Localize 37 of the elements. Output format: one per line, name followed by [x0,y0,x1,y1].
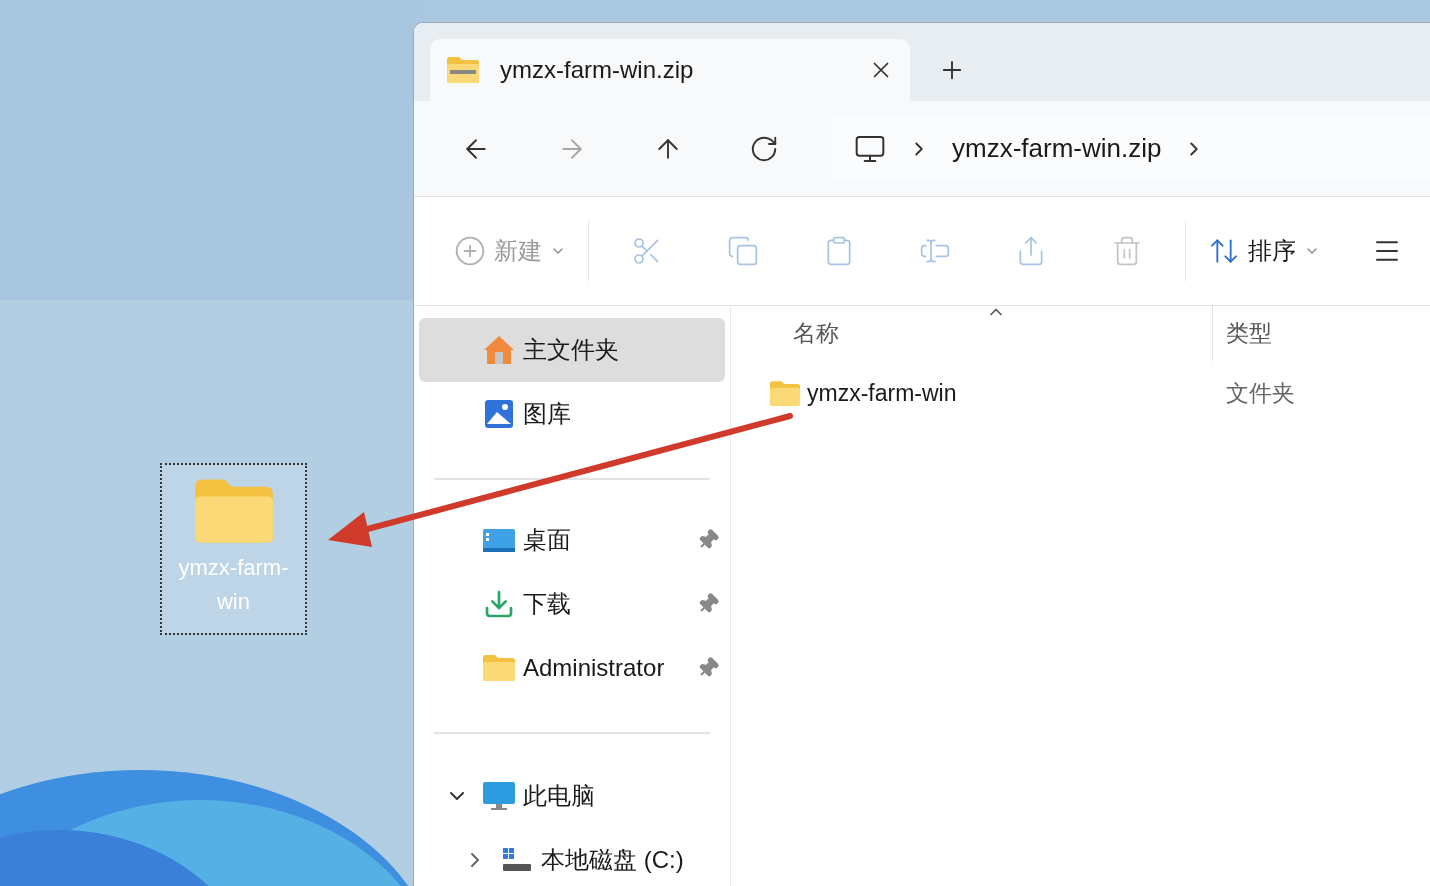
file-name: ymzx-farm-win [807,378,957,408]
sidebar-item[interactable]: 主文件夹 [419,318,725,382]
column-header[interactable]: 名称 [731,306,1212,361]
sidebar-label: 此电脑 [523,781,595,811]
sort-button[interactable]: 排序 [1196,221,1332,281]
folder-icon [769,379,801,407]
sidebar-label: 桌面 [523,525,571,555]
zip-folder-icon [446,56,480,84]
desktop-icon [482,526,516,554]
file-type: 文件夹 [1225,378,1295,408]
copy-icon [727,235,759,267]
address-segment[interactable]: ymzx-farm-win.zip [952,129,1162,168]
sidebar-item[interactable]: 下载 [419,572,725,636]
address-bar[interactable]: ymzx-farm-win.zip [832,117,1430,180]
tab-title: ymzx-farm-win.zip [500,55,695,85]
house-icon [482,334,516,366]
sidebar-label: 本地磁盘 (C:) [541,845,684,875]
column-header[interactable]: 类型 [1212,306,1272,361]
sidebar-label: Administrator [523,653,665,683]
sidebar-item[interactable]: Administrator [419,636,725,700]
file-row[interactable]: ymzx-farm-win 文件夹 [731,361,1430,425]
image-icon [483,398,515,430]
plus-circle-icon [454,235,486,267]
monitor-icon [482,780,516,812]
sidebar-label: 图库 [523,399,571,429]
sidebar-label: 主文件夹 [523,335,619,365]
folder-icon [482,654,516,682]
sidebar-item[interactable]: 此电脑 [419,764,725,828]
sidebar-item[interactable]: 图库 [419,382,725,446]
tab[interactable]: ymzx-farm-win.zip [430,39,910,101]
sidebar-item[interactable]: 桌面 [419,508,725,572]
sidebar-item[interactable]: 本地磁盘 (C:) [419,828,725,886]
download-icon [483,588,515,620]
drive-icon [501,846,533,874]
trash-icon [1111,235,1143,267]
folder-label: ymzx-farm-win [177,554,290,616]
sidebar-label: 下载 [523,589,571,619]
